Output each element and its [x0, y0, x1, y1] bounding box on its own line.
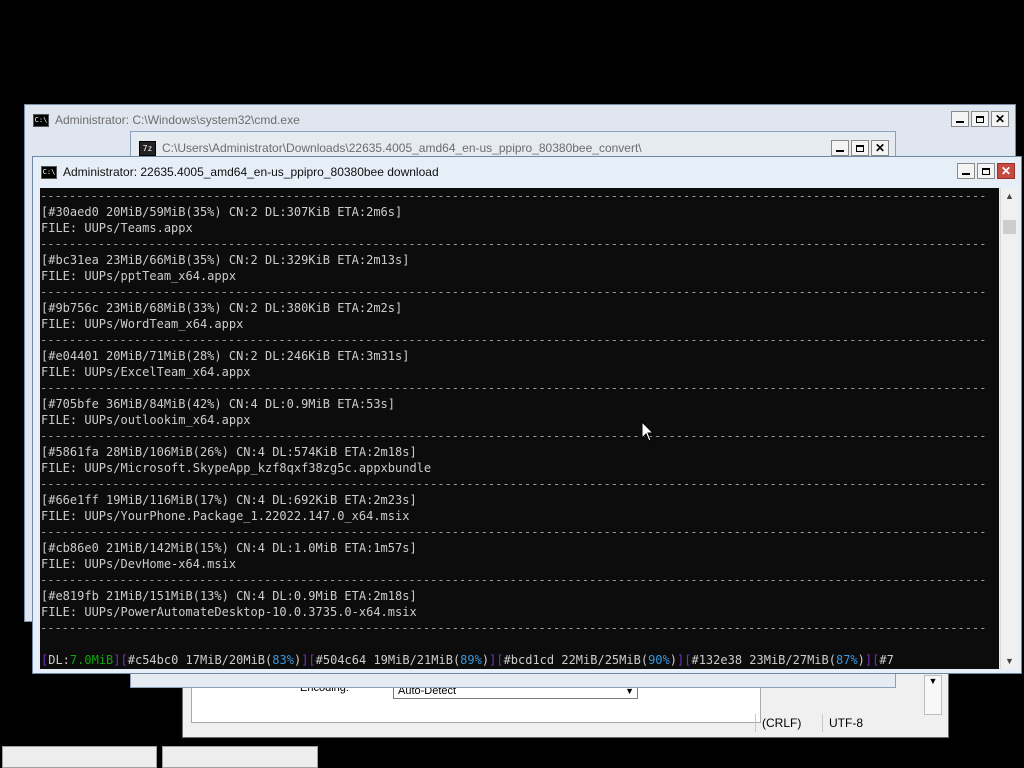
separator-line: ----------------------------------------… — [40, 429, 987, 443]
console-titlebar[interactable]: C:\ Administrator: 22635.4005_amd64_en-u… — [33, 157, 1021, 187]
minimize-icon — [836, 149, 844, 152]
taskbar-button[interactable] — [162, 746, 318, 768]
notepad-statusbar: (CRLF) UTF-8 — [183, 713, 948, 733]
scroll-down-icon[interactable]: ▼ — [1001, 653, 1018, 669]
separator-line: ----------------------------------------… — [40, 237, 987, 251]
close-icon: ✕ — [1000, 164, 1012, 178]
mouse-cursor-icon — [641, 421, 655, 442]
download-progress-line: [#705bfe 36MiB/84MiB(42%) CN:4 DL:0.9MiB… — [41, 397, 396, 411]
download-progress-line: [#5861fa 28MiB/106MiB(26%) CN:4 DL:574Ki… — [41, 445, 417, 459]
background-cmd-title: Administrator: C:\Windows\system32\cmd.e… — [55, 113, 300, 127]
console-output[interactable]: ----------------------------------------… — [40, 188, 999, 669]
status-item-percent: 90% — [648, 653, 670, 667]
separator-line: ----------------------------------------… — [40, 525, 987, 539]
download-file-line: FILE: UUPs/YourPhone.Package_1.22022.147… — [41, 509, 410, 523]
console-scrollbar[interactable]: ▲ ▼ — [1000, 188, 1018, 669]
scroll-thumb[interactable] — [1003, 220, 1016, 234]
download-progress-line: [#66e1ff 19MiB/116MiB(17%) CN:4 DL:692Ki… — [41, 493, 417, 507]
maximize-icon — [856, 144, 864, 152]
close-button[interactable]: ✕ — [991, 111, 1009, 127]
close-icon: ✕ — [994, 112, 1006, 126]
status-item-id: #132e38 23MiB/27MiB — [691, 653, 829, 667]
close-button[interactable]: ✕ — [997, 163, 1015, 179]
status-item-id: #c54bc0 17MiB/20MiB — [127, 653, 266, 667]
cmd-icon: C:\ — [33, 113, 49, 127]
download-status-line: [DL:7.0MiB][#c54bc0 17MiB/20MiB(83%)][#5… — [41, 653, 894, 667]
separator-line: ----------------------------------------… — [40, 189, 987, 203]
7zip-icon: 7z — [139, 140, 156, 156]
download-console-window[interactable]: C:\ Administrator: 22635.4005_amd64_en-u… — [32, 156, 1022, 674]
close-button[interactable]: ✕ — [871, 140, 889, 156]
minimize-button[interactable] — [831, 140, 849, 156]
minimize-icon — [956, 120, 964, 123]
close-icon: ✕ — [874, 141, 886, 155]
minimize-icon — [962, 172, 970, 175]
download-file-line: FILE: UUPs/DevHome-x64.msix — [41, 557, 237, 571]
minimize-button[interactable] — [957, 163, 975, 179]
download-file-line: FILE: UUPs/pptTeam_x64.appx — [41, 269, 237, 283]
cmd-icon: C:\ — [41, 165, 57, 179]
download-file-line: FILE: UUPs/WordTeam_x64.appx — [41, 317, 244, 331]
encoding-status: UTF-8 — [822, 714, 929, 732]
maximize-icon — [982, 167, 990, 175]
download-list: ----------------------------------------… — [40, 188, 999, 636]
separator-line: ----------------------------------------… — [40, 381, 987, 395]
total-speed-value: 7.0MiB — [69, 653, 114, 667]
total-speed-label: DL: — [48, 653, 70, 667]
download-progress-line: [#bc31ea 23MiB/66MiB(35%) CN:2 DL:329KiB… — [41, 253, 410, 267]
download-file-line: FILE: UUPs/PowerAutomateDesktop-10.0.373… — [41, 605, 417, 619]
line-ending-status: (CRLF) — [755, 714, 822, 732]
download-file-line: FILE: UUPs/ExcelTeam_x64.appx — [41, 365, 251, 379]
download-progress-line: [#e819fb 21MiB/151MiB(13%) CN:4 DL:0.9Mi… — [41, 589, 417, 603]
status-item-percent: 83% — [272, 653, 294, 667]
status-tail: #7 — [879, 653, 894, 667]
7zip-title: C:\Users\Administrator\Downloads\22635.4… — [162, 141, 642, 155]
status-item-percent: 87% — [835, 653, 858, 667]
download-file-line: FILE: UUPs/Microsoft.SkypeApp_kzf8qxf38z… — [41, 461, 432, 475]
console-title: Administrator: 22635.4005_amd64_en-us_pp… — [63, 165, 439, 179]
maximize-button[interactable] — [977, 163, 995, 179]
side-scrollbar[interactable]: ▼ — [924, 675, 942, 715]
status-items: [#c54bc0 17MiB/20MiB(83%)][#504c64 19MiB… — [120, 653, 873, 667]
scroll-up-icon[interactable]: ▲ — [1001, 188, 1018, 204]
minimize-button[interactable] — [951, 111, 969, 127]
download-file-line: FILE: UUPs/outlookim_x64.appx — [41, 413, 251, 427]
status-item-id: #504c64 19MiB/21MiB — [315, 653, 453, 667]
maximize-icon — [976, 115, 984, 123]
maximize-button[interactable] — [971, 111, 989, 127]
separator-line: ----------------------------------------… — [40, 621, 987, 635]
download-progress-line: [#cb86e0 21MiB/142MiB(15%) CN:4 DL:1.0Mi… — [41, 541, 417, 555]
status-item-percent: 89% — [460, 653, 482, 667]
status-item-id: #bcd1cd 22MiB/25MiB — [503, 653, 641, 667]
download-file-line: FILE: UUPs/Teams.appx — [41, 221, 193, 235]
download-progress-line: [#30aed0 20MiB/59MiB(35%) CN:2 DL:307KiB… — [41, 205, 403, 219]
taskbar-button[interactable] — [2, 746, 157, 768]
maximize-button[interactable] — [851, 140, 869, 156]
separator-line: ----------------------------------------… — [40, 573, 987, 587]
download-progress-line: [#e04401 20MiB/71MiB(28%) CN:2 DL:246KiB… — [41, 349, 410, 363]
separator-line: ----------------------------------------… — [40, 285, 987, 299]
separator-line: ----------------------------------------… — [40, 333, 987, 347]
separator-line: ----------------------------------------… — [40, 477, 987, 491]
download-progress-line: [#9b756c 23MiB/68MiB(33%) CN:2 DL:380KiB… — [41, 301, 403, 315]
